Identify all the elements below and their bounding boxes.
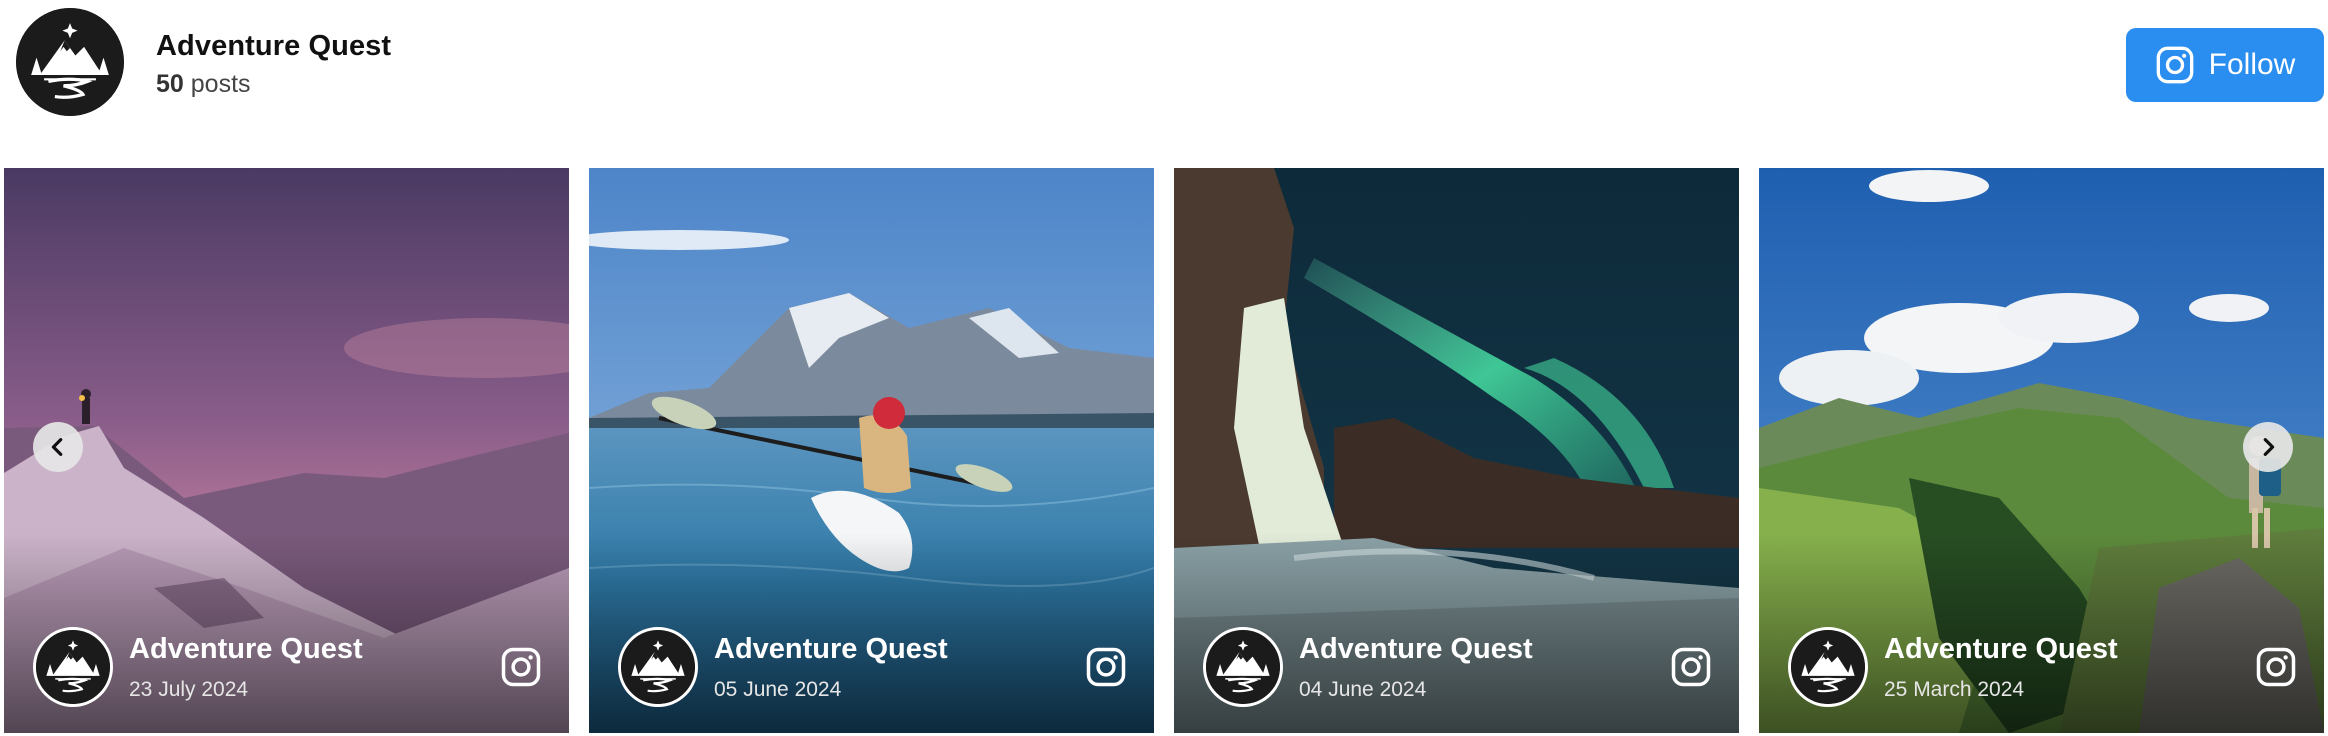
post-author-avatar <box>33 627 113 707</box>
carousel-prev-button[interactable] <box>33 422 83 472</box>
post-card[interactable]: Adventure Quest 25 March 2024 <box>1759 168 2324 733</box>
mountain-logo-icon <box>36 630 110 704</box>
instagram-icon[interactable] <box>1085 646 1127 688</box>
mountain-logo-icon <box>1791 630 1865 704</box>
post-date: 04 June 2024 <box>1299 678 1427 701</box>
mountain-logo-icon <box>621 630 695 704</box>
instagram-icon[interactable] <box>500 646 542 688</box>
profile-header: Adventure Quest 50 posts Follow <box>0 0 2328 150</box>
profile-name[interactable]: Adventure Quest <box>156 30 391 63</box>
instagram-icon <box>2155 45 2195 85</box>
post-author-avatar <box>1203 627 1283 707</box>
chevron-left-icon <box>51 438 63 456</box>
post-card[interactable]: Adventure Quest 23 July 2024 <box>4 168 569 733</box>
carousel-next-button[interactable] <box>2243 422 2293 472</box>
post-date: 25 March 2024 <box>1884 678 2025 701</box>
chevron-right-icon <box>2263 438 2275 456</box>
post-author-name: Adventure Quest <box>1884 633 2118 665</box>
post-card[interactable]: Adventure Quest 05 June 2024 <box>589 168 1154 733</box>
profile-avatar[interactable] <box>16 8 124 116</box>
post-author-avatar <box>618 627 698 707</box>
post-date: 23 July 2024 <box>129 678 249 701</box>
post-author-name: Adventure Quest <box>714 633 948 665</box>
mountain-logo-icon <box>16 8 124 116</box>
instagram-icon[interactable] <box>2255 646 2297 688</box>
post-date: 05 June 2024 <box>714 678 842 701</box>
post-count-number: 50 <box>156 70 184 98</box>
post-count-label: posts <box>190 70 251 98</box>
follow-button[interactable]: Follow <box>2126 28 2324 102</box>
post-author-avatar <box>1788 627 1868 707</box>
instagram-icon[interactable] <box>1670 646 1712 688</box>
post-count: 50 posts <box>156 70 251 99</box>
post-carousel: Adventure Quest 23 July 2024 Adventure Q… <box>0 168 2328 734</box>
follow-label: Follow <box>2208 48 2296 81</box>
post-author-name: Adventure Quest <box>1299 633 1533 665</box>
post-card[interactable]: Adventure Quest 04 June 2024 <box>1174 168 1739 733</box>
mountain-logo-icon <box>1206 630 1280 704</box>
post-author-name: Adventure Quest <box>129 633 363 665</box>
